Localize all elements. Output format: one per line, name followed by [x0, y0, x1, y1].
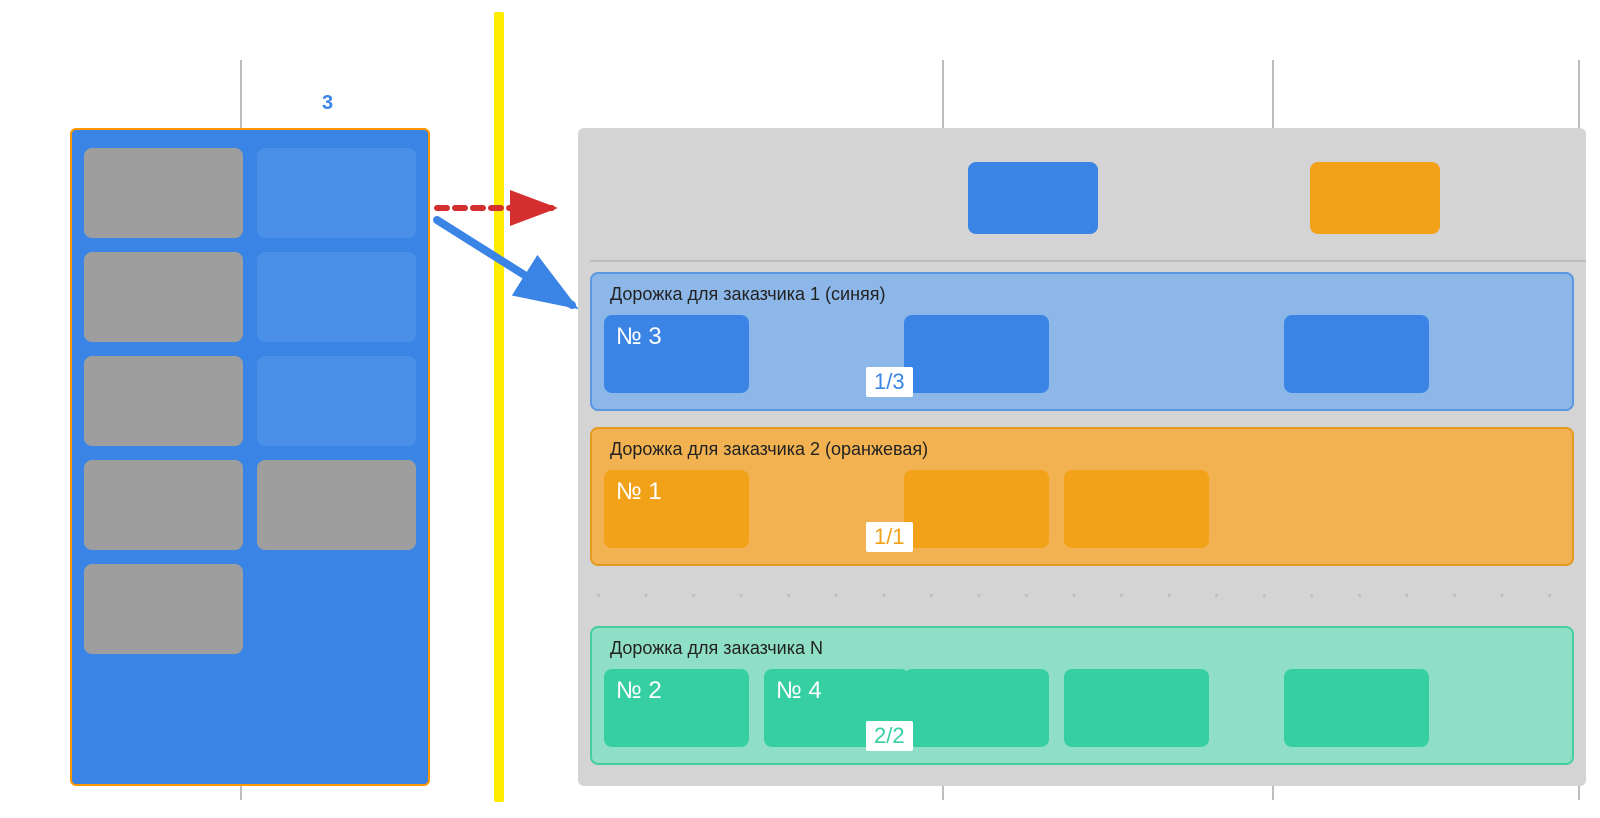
yellow-divider	[494, 12, 504, 802]
task-card	[904, 315, 1049, 393]
task-card: № 1	[604, 470, 749, 548]
lane-body: № 1 1/1	[604, 470, 1560, 552]
backlog-card	[257, 252, 416, 342]
blue-arrow-icon	[432, 210, 602, 330]
swimlane-orange: Дорожка для заказчика 2 (оранжевая) № 1 1/…	[590, 427, 1574, 566]
ratio-badge: 1/3	[866, 367, 913, 397]
task-card	[1064, 669, 1209, 747]
task-card: № 2	[604, 669, 749, 747]
backlog-card	[84, 252, 243, 342]
swimlane-blue: Дорожка для заказчика 1 (синяя) № 3 1/3	[590, 272, 1574, 411]
left-col2-label: 3	[322, 92, 333, 115]
backlog-card	[257, 356, 416, 446]
swimlane-teal: Дорожка для заказчика N № 2№ 42/2	[590, 626, 1574, 765]
header-card-orange	[1310, 162, 1440, 234]
lane-title: Дорожка для заказчика N	[604, 638, 1560, 659]
swimlane-panel: Дорожка для заказчика 1 (синяя)№ 31/3Дор…	[578, 128, 1586, 786]
lane-title: Дорожка для заказчика 2 (оранжевая)	[604, 439, 1560, 460]
task-card	[904, 669, 1049, 747]
header-row	[590, 140, 1574, 256]
lane-body: № 3 1/3	[604, 315, 1560, 397]
divider-top	[590, 260, 1586, 262]
header-card-blue	[968, 162, 1098, 234]
backlog-card	[257, 460, 416, 550]
ratio-badge: 2/2	[866, 721, 913, 751]
task-card	[1284, 669, 1429, 747]
backlog-card	[84, 564, 243, 654]
backlog-card	[84, 356, 243, 446]
backlog-column	[70, 128, 430, 786]
backlog-card	[257, 148, 416, 238]
ellipsis-row: . . . . . . . . . . . . . . . . . . . . …	[590, 566, 1574, 610]
backlog-card	[84, 460, 243, 550]
task-card	[904, 470, 1049, 548]
ratio-badge: 1/1	[866, 522, 913, 552]
lane-title: Дорожка для заказчика 1 (синяя)	[604, 284, 1560, 305]
task-card	[1284, 315, 1429, 393]
backlog-card	[84, 148, 243, 238]
task-card	[1064, 470, 1209, 548]
diagram-canvas: 3 Дорожка для заказчика 1 (синяя)№ 31/3Д…	[0, 0, 1600, 818]
lane-body: № 2№ 42/2	[604, 669, 1560, 751]
task-card: № 3	[604, 315, 749, 393]
